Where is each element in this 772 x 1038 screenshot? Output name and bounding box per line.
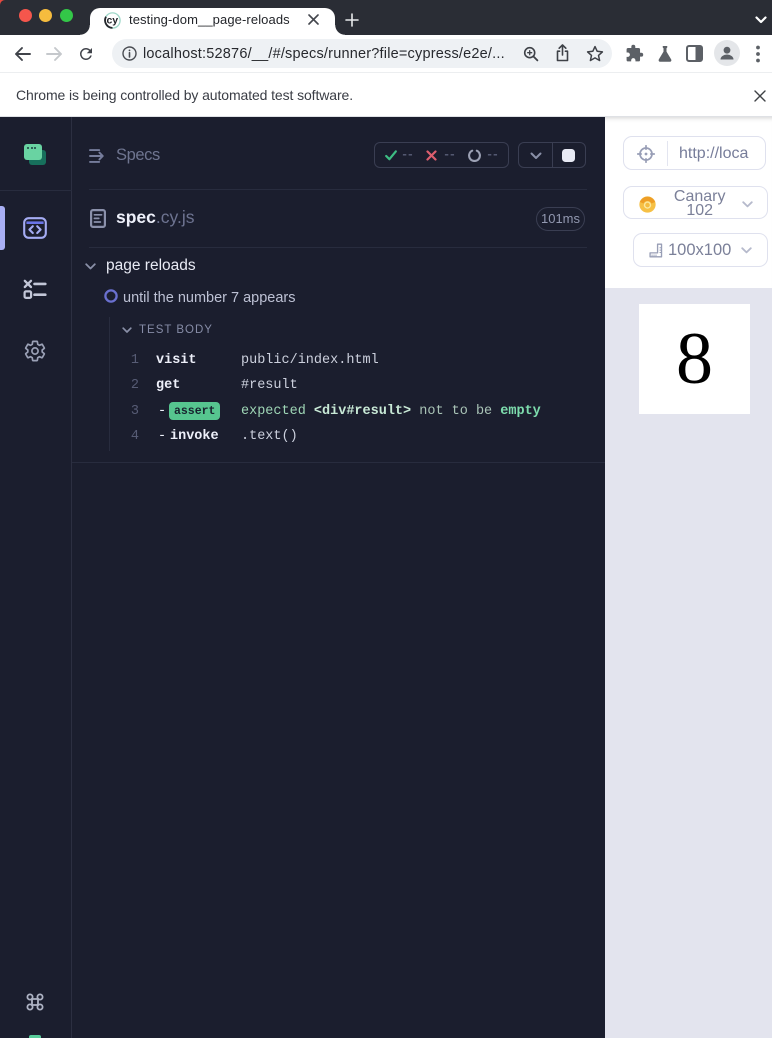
svg-text:cy: cy [106,15,118,27]
